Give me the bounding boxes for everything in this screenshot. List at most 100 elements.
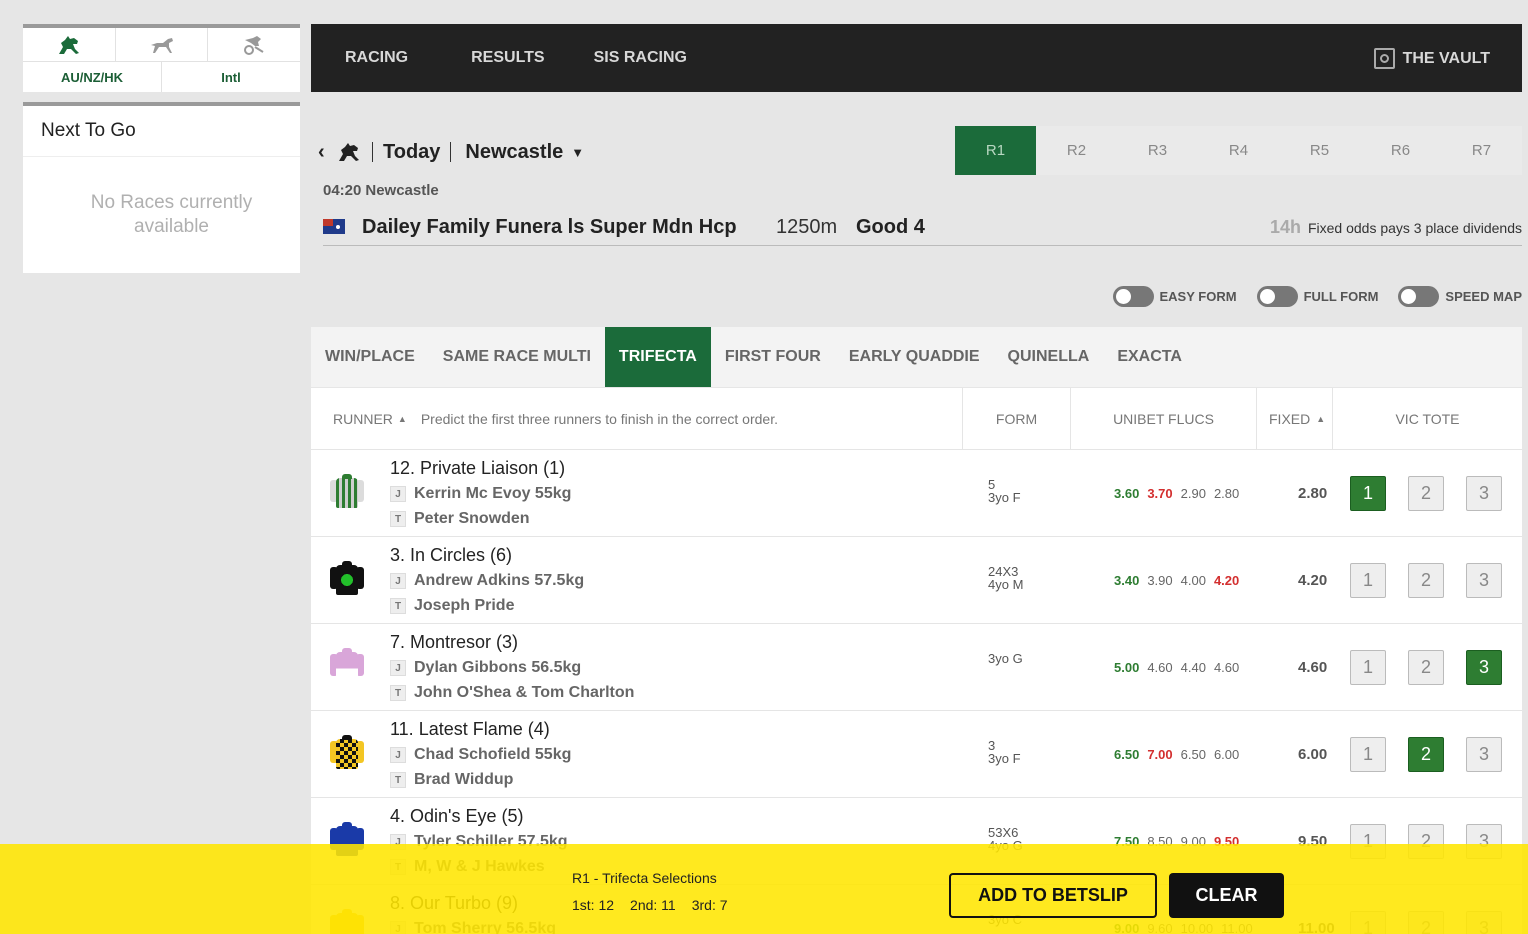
speed-map-label: SPEED MAP bbox=[1445, 289, 1522, 304]
table-row: 3. In Circles (6) J Andrew Adkins 57.5kg … bbox=[311, 537, 1522, 624]
horse-racing-icon bbox=[339, 143, 359, 161]
safe-icon bbox=[1373, 48, 1395, 69]
fixed-odds[interactable]: 4.20 bbox=[1298, 572, 1327, 589]
tab-exacta[interactable]: EXACTA bbox=[1103, 327, 1196, 387]
race-tab-r4[interactable]: R4 bbox=[1198, 126, 1279, 175]
toggle-switch[interactable] bbox=[1398, 286, 1440, 307]
fixed-odds[interactable]: 4.60 bbox=[1298, 659, 1327, 676]
australia-flag-icon bbox=[323, 219, 345, 234]
tote-position-1-button[interactable]: 1 bbox=[1350, 737, 1386, 772]
selection-picks: 1st: 12 2nd: 11 3rd: 7 bbox=[572, 897, 744, 913]
tote-position-1-button[interactable]: 1 bbox=[1350, 650, 1386, 685]
tote-position-3-button[interactable]: 3 bbox=[1466, 476, 1502, 511]
race-tab-r7[interactable]: R7 bbox=[1441, 126, 1522, 175]
jockey-badge: J bbox=[390, 573, 406, 589]
unibet-flucs: 3.60 3.70 2.90 2.80 bbox=[1114, 486, 1247, 501]
race-countdown: 14h bbox=[1270, 217, 1302, 237]
tote-position-2-button[interactable]: 2 bbox=[1408, 737, 1444, 772]
runner-name: 4. Odin's Eye (5) bbox=[390, 806, 524, 826]
trainer-row: T Joseph Pride bbox=[390, 595, 584, 617]
venue-selector[interactable]: Newcastle bbox=[465, 141, 563, 164]
race-tab-r3[interactable]: R3 bbox=[1117, 126, 1198, 175]
tab-first-four[interactable]: FIRST FOUR bbox=[711, 327, 835, 387]
second-pick: 2nd: 11 bbox=[630, 897, 676, 913]
unibet-flucs: 3.40 3.90 4.00 4.20 bbox=[1114, 573, 1247, 588]
next-to-go-title: Next To Go bbox=[23, 106, 300, 157]
fluc-value: 4.20 bbox=[1213, 573, 1240, 588]
nav-racing[interactable]: RACING bbox=[345, 49, 408, 67]
fluc-value: 2.80 bbox=[1213, 486, 1240, 501]
selection-bar: R1 - Trifecta Selections 1st: 12 2nd: 11… bbox=[0, 844, 1528, 934]
race-tab-r5[interactable]: R5 bbox=[1279, 126, 1360, 175]
fixed-column-header[interactable]: FIXED ▲ bbox=[1257, 388, 1333, 449]
jockey-badge: J bbox=[390, 660, 406, 676]
race-venue: Newcastle bbox=[365, 182, 439, 199]
toggle-switch[interactable] bbox=[1256, 286, 1298, 307]
fluc-value: 6.50 bbox=[1114, 747, 1140, 762]
tote-position-1-button[interactable]: 1 bbox=[1350, 476, 1386, 511]
toggle-switch[interactable] bbox=[1112, 286, 1154, 307]
form-toggles: EASY FORM FULL FORM SPEED MAP bbox=[1093, 286, 1522, 307]
nav-results[interactable]: RESULTS bbox=[471, 49, 544, 67]
tote-position-3-button[interactable]: 3 bbox=[1466, 563, 1502, 598]
fluc-value: 4.60 bbox=[1147, 660, 1173, 675]
race-tab-r2[interactable]: R2 bbox=[1036, 126, 1117, 175]
jockey-silk-icon bbox=[330, 648, 364, 684]
runner-column-header[interactable]: RUNNER ▲ Predict the first three runners… bbox=[311, 388, 963, 449]
race-name: Dailey Family Funera ls Super Mdn Hcp bbox=[362, 216, 737, 238]
tote-position-3-button[interactable]: 3 bbox=[1466, 650, 1502, 685]
horse-racing-tab[interactable] bbox=[23, 28, 116, 61]
tab-trifecta[interactable]: TRIFECTA bbox=[604, 327, 711, 387]
back-chevron-icon[interactable]: ‹ bbox=[318, 141, 332, 164]
first-pick: 1st: 12 bbox=[572, 897, 615, 913]
horse-racing-icon bbox=[58, 35, 79, 54]
speed-map-toggle[interactable]: SPEED MAP bbox=[1398, 286, 1522, 307]
easy-form-label: EASY FORM bbox=[1159, 289, 1237, 304]
fluc-value: 7.00 bbox=[1147, 747, 1173, 762]
fixed-odds[interactable]: 2.80 bbox=[1298, 485, 1327, 502]
tote-buttons: 123 bbox=[1350, 650, 1524, 685]
tote-position-2-button[interactable]: 2 bbox=[1408, 563, 1444, 598]
race-tab-r6[interactable]: R6 bbox=[1360, 126, 1441, 175]
tab-early-quaddie[interactable]: EARLY QUADDIE bbox=[835, 327, 994, 387]
sport-icons bbox=[23, 28, 300, 62]
runner-info: 12. Private Liaison (1) J Kerrin Mc Evoy … bbox=[390, 458, 571, 530]
tote-position-2-button[interactable]: 2 bbox=[1408, 476, 1444, 511]
add-to-betslip-button[interactable]: ADD TO BETSLIP bbox=[949, 873, 1157, 918]
fixed-odds[interactable]: 6.00 bbox=[1298, 746, 1327, 763]
tab-same-race-multi[interactable]: SAME RACE MULTI bbox=[429, 327, 605, 387]
tote-position-3-button[interactable]: 3 bbox=[1466, 737, 1502, 772]
full-form-label: FULL FORM bbox=[1303, 289, 1379, 304]
runner-form: 5 3yo F bbox=[988, 478, 1021, 504]
nav-sis-racing[interactable]: SIS RACING bbox=[594, 49, 687, 67]
easy-form-toggle[interactable]: EASY FORM bbox=[1112, 286, 1237, 307]
tote-column-header: VIC TOTE bbox=[1395, 410, 1460, 427]
region-tab-intl[interactable]: Intl bbox=[162, 62, 300, 92]
the-vault-link[interactable]: THE VAULT bbox=[1373, 48, 1490, 69]
race-tab-r1[interactable]: R1 bbox=[955, 126, 1036, 175]
fluc-value: 3.70 bbox=[1147, 486, 1173, 501]
fluc-value: 3.90 bbox=[1147, 573, 1173, 588]
flucs-column-header: UNIBET FLUCS bbox=[1071, 388, 1257, 449]
trainer-row: T Peter Snowden bbox=[390, 508, 571, 530]
table-row: 7. Montresor (3) J Dylan Gibbons 56.5kg T… bbox=[311, 624, 1522, 711]
tote-position-2-button[interactable]: 2 bbox=[1408, 650, 1444, 685]
chevron-down-icon[interactable]: ▼ bbox=[571, 145, 584, 160]
day-selector[interactable]: Today bbox=[383, 141, 440, 164]
tab-win-place[interactable]: WIN/PLACE bbox=[311, 327, 429, 387]
jockey-row: J Kerrin Mc Evoy 55kg bbox=[390, 483, 571, 505]
full-form-toggle[interactable]: FULL FORM bbox=[1256, 286, 1379, 307]
fixed-header-label: FIXED bbox=[1269, 410, 1311, 427]
jockey-row: J Chad Schofield 55kg bbox=[390, 744, 571, 766]
form-column-header: FORM bbox=[963, 388, 1071, 449]
harness-tab[interactable] bbox=[208, 28, 300, 61]
fluc-value: 3.60 bbox=[1114, 486, 1140, 501]
greyhound-tab[interactable] bbox=[116, 28, 209, 61]
jockey-silk-icon bbox=[330, 561, 364, 597]
jockey-name: Andrew Adkins 57.5kg bbox=[414, 572, 585, 589]
tote-position-1-button[interactable]: 1 bbox=[1350, 563, 1386, 598]
clear-button[interactable]: CLEAR bbox=[1169, 873, 1284, 918]
tab-quinella[interactable]: QUINELLA bbox=[994, 327, 1104, 387]
third-pick: 3rd: 7 bbox=[691, 897, 728, 913]
region-tab-au[interactable]: AU/NZ/HK bbox=[23, 62, 162, 92]
